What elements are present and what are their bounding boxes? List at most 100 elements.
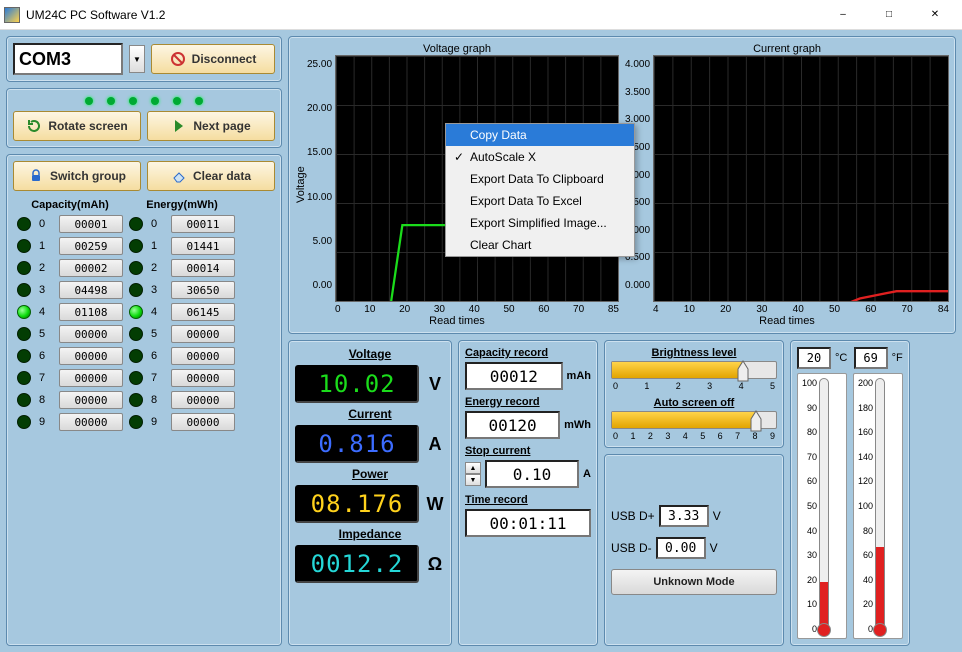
group-indicator[interactable]: [129, 217, 143, 231]
minimize-button[interactable]: –: [820, 0, 866, 30]
group-indicator[interactable]: [17, 349, 31, 363]
context-menu-item[interactable]: Copy Data: [446, 124, 634, 146]
switch-group-button[interactable]: Switch group: [13, 161, 141, 191]
connection-panel: COM3 ▼ Disconnect: [6, 36, 282, 82]
group-energy: 00000: [171, 325, 235, 343]
group-indicator[interactable]: [129, 261, 143, 275]
group-capacity: 00002: [59, 259, 123, 277]
group-indicator[interactable]: [129, 415, 143, 429]
group-capacity: 01108: [59, 303, 123, 321]
usb-dp-value: 3.33: [659, 505, 709, 527]
group-capacity: 00000: [59, 369, 123, 387]
group-indicator[interactable]: [129, 393, 143, 407]
group-energy: 06145: [171, 303, 235, 321]
context-menu-item[interactable]: Export Data To Excel: [446, 190, 634, 212]
group-energy: 00000: [171, 413, 235, 431]
group-capacity: 04498: [59, 281, 123, 299]
current-plot-area[interactable]: [653, 55, 949, 302]
next-page-button[interactable]: Next page: [147, 111, 275, 141]
eraser-icon: [171, 168, 187, 184]
temp-f-value: 69: [854, 347, 888, 369]
group-energy: 00014: [171, 259, 235, 277]
group-energy: 30650: [171, 281, 235, 299]
group-indicator[interactable]: [17, 239, 31, 253]
group-energy: 00000: [171, 391, 235, 409]
temp-c-value: 20: [797, 347, 831, 369]
group-indicator[interactable]: [17, 371, 31, 385]
current-reading: 0.816: [295, 425, 419, 463]
energy-record-value: 00120: [465, 411, 560, 439]
status-leds: [13, 95, 275, 107]
capacity-header: Capacity(mAh): [17, 199, 123, 211]
impedance-reading: 0012.2: [295, 545, 419, 583]
com-port-dropdown[interactable]: ▼: [129, 45, 145, 73]
group-capacity: 00000: [59, 391, 123, 409]
context-menu-item[interactable]: Export Data To Clipboard: [446, 168, 634, 190]
stop-current-down[interactable]: ▼: [465, 474, 481, 486]
capacity-record-value: 00012: [465, 362, 563, 390]
power-reading: 08.176: [295, 485, 419, 523]
maximize-button[interactable]: □: [866, 0, 912, 30]
meters-panel: Voltage 10.02V Current 0.816A Power 08.1…: [288, 340, 452, 646]
group-indicator[interactable]: [129, 239, 143, 253]
group-indicator[interactable]: [129, 371, 143, 385]
group-indicator[interactable]: [17, 415, 31, 429]
titlebar: UM24C PC Software V1.2 – □ ✕: [0, 0, 962, 30]
window-title: UM24C PC Software V1.2: [26, 8, 820, 22]
group-capacity: 00259: [59, 237, 123, 255]
records-panel: Capacity record 00012mAh Energy record 0…: [458, 340, 598, 646]
group-indicator[interactable]: [17, 305, 31, 319]
group-indicator[interactable]: [129, 327, 143, 341]
usb-dm-value: 0.00: [656, 537, 706, 559]
stop-current-value[interactable]: 0.10: [485, 460, 579, 488]
context-menu-item[interactable]: Export Simplified Image...: [446, 212, 634, 234]
chart-context-menu: Copy Data✓AutoScale XExport Data To Clip…: [445, 123, 635, 257]
group-indicator[interactable]: [129, 305, 143, 319]
screenoff-slider[interactable]: [611, 411, 777, 429]
disconnect-button[interactable]: Disconnect: [151, 44, 275, 74]
group-indicator[interactable]: [17, 261, 31, 275]
energy-header: Energy(mWh): [129, 199, 235, 211]
clear-data-button[interactable]: Clear data: [147, 161, 275, 191]
sliders-panel: Brightness level 012345 Auto screen off: [604, 340, 784, 448]
lock-icon: [28, 168, 44, 184]
thermometer-celsius: 1009080706050403020100: [802, 378, 842, 634]
group-energy: 00000: [171, 347, 235, 365]
context-menu-item[interactable]: ✓AutoScale X: [446, 146, 634, 168]
group-capacity: 00000: [59, 347, 123, 365]
group-energy: 01441: [171, 237, 235, 255]
group-energy: 00011: [171, 215, 235, 233]
rotate-screen-button[interactable]: Rotate screen: [13, 111, 141, 141]
group-indicator[interactable]: [17, 393, 31, 407]
com-port-display: COM3: [13, 43, 123, 75]
stop-current-up[interactable]: ▲: [465, 462, 481, 474]
groups-panel: Switch group Clear data Capacity(mAh) En…: [6, 154, 282, 646]
thermometer-fahrenheit: 200180160140120100806040200: [858, 378, 898, 634]
group-indicator[interactable]: [17, 327, 31, 341]
graphs-panel: Voltage graph Voltage 25.0020.0015.0010.…: [288, 36, 956, 334]
nav-panel: Rotate screen Next page: [6, 88, 282, 148]
group-capacity: 00001: [59, 215, 123, 233]
context-menu-item[interactable]: Clear Chart: [446, 234, 634, 256]
group-indicator[interactable]: [17, 283, 31, 297]
group-indicator[interactable]: [129, 349, 143, 363]
temperature-panel: 20 °C 69 °F 1009080706050403020100: [790, 340, 910, 646]
brightness-slider[interactable]: [611, 361, 777, 379]
usb-panel: USB D+3.33V USB D-0.00V Unknown Mode: [604, 454, 784, 646]
close-button[interactable]: ✕: [912, 0, 958, 30]
group-indicator[interactable]: [129, 283, 143, 297]
brightness-thumb[interactable]: [737, 359, 749, 383]
group-energy: 00000: [171, 369, 235, 387]
screenoff-thumb[interactable]: [750, 409, 762, 433]
usb-mode-button[interactable]: Unknown Mode: [611, 569, 777, 595]
disconnect-icon: [170, 51, 186, 67]
group-capacity: 00000: [59, 413, 123, 431]
time-record-value: 00:01:11: [465, 509, 591, 537]
group-indicator[interactable]: [17, 217, 31, 231]
next-icon: [171, 118, 187, 134]
app-icon: [4, 7, 20, 23]
current-graph: Current graph 4.0003.5003.0002.5002.0001…: [625, 43, 949, 327]
group-capacity: 00000: [59, 325, 123, 343]
voltage-graph: Voltage graph Voltage 25.0020.0015.0010.…: [295, 43, 619, 327]
rotate-icon: [26, 118, 42, 134]
